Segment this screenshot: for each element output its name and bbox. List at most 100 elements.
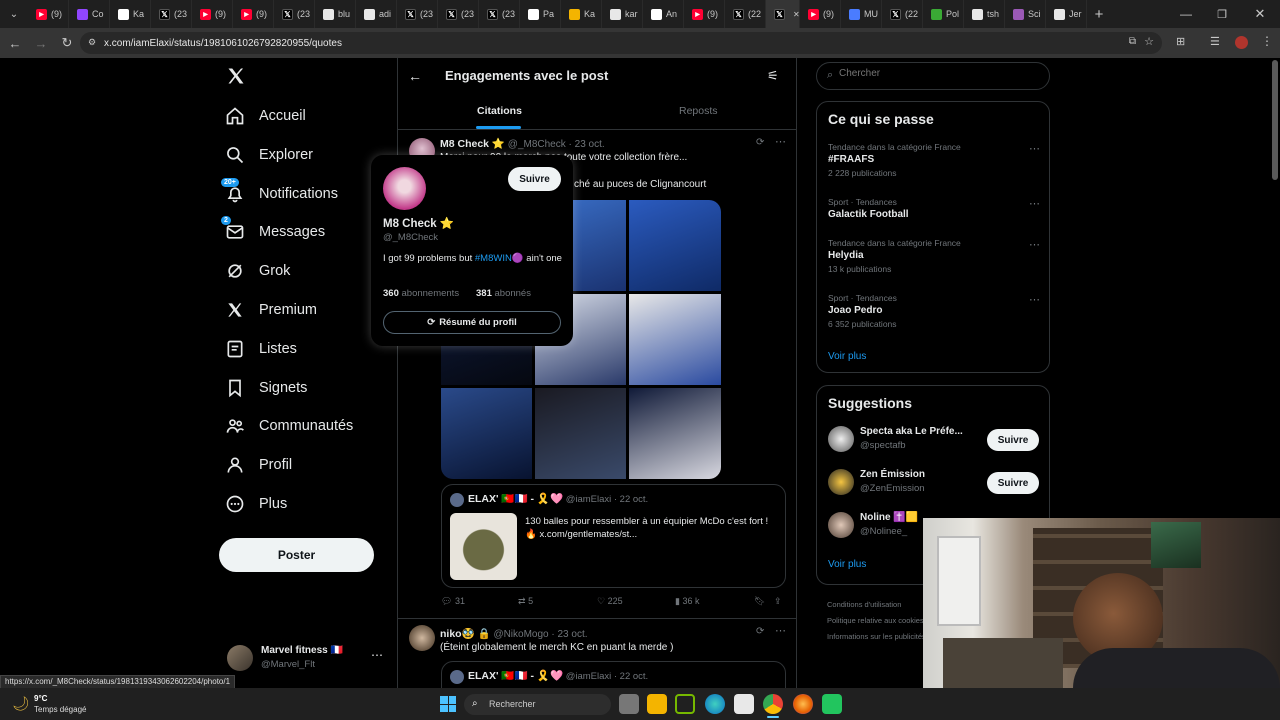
tab-citations[interactable]: Citations xyxy=(477,105,522,117)
post-button[interactable]: Poster xyxy=(219,538,374,572)
browser-tab[interactable]: 𝕏 (22 xyxy=(882,0,923,28)
browser-tab[interactable]: kar xyxy=(602,0,643,28)
browser-tab[interactable]: Sci xyxy=(1005,0,1046,28)
hovercard-avatar[interactable] xyxy=(383,167,426,210)
media-photo[interactable] xyxy=(629,200,721,291)
browser-tab[interactable]: ▶ (9) xyxy=(233,0,274,28)
nav-item-signets[interactable]: Signets xyxy=(225,372,307,404)
views-button[interactable]: ▮ 36 k xyxy=(675,596,699,607)
reload-icon[interactable]: ↻ xyxy=(56,32,78,54)
weather-temp[interactable]: 9°C xyxy=(34,694,47,703)
suggestion-name[interactable]: Zen Émission xyxy=(860,469,925,480)
browser-tab[interactable]: 𝕏 (23 xyxy=(274,0,315,28)
browser-tab[interactable]: 𝕏 (22 xyxy=(725,0,766,28)
browser-menu-icon[interactable]: ⋮ xyxy=(1261,34,1273,48)
tweet-author-name[interactable]: M8 Check ⭐ xyxy=(440,138,505,150)
trend-more-icon[interactable]: ⋯ xyxy=(1029,142,1040,155)
trend-item[interactable]: Tendance dans la catégorie France #FRAAFS… xyxy=(828,142,1040,178)
nav-item-accueil[interactable]: Accueil xyxy=(225,100,306,132)
weather-icon[interactable]: 🌙︎ xyxy=(12,695,30,712)
browser-tab[interactable]: 𝕏 (23 xyxy=(151,0,192,28)
browser-tab[interactable]: An xyxy=(643,0,684,28)
hashtag-link[interactable]: #M8WIN xyxy=(475,253,512,264)
profile-hovercard[interactable]: Suivre M8 Check ⭐ @_M8Check I got 99 pro… xyxy=(371,155,573,346)
tweet-date[interactable]: · 23 oct. xyxy=(551,629,587,640)
browser-tab[interactable]: Pol xyxy=(923,0,964,28)
suggestion-item[interactable]: Specta aka Le Préfe... @spectafb Suivre xyxy=(828,426,1040,456)
tweet-date[interactable]: · 23 oct. xyxy=(569,139,605,150)
terms-link[interactable]: Conditions d'utilisation xyxy=(827,597,926,613)
tweet-author-name[interactable]: niko🥸 🔒 xyxy=(440,628,491,640)
back-icon[interactable]: ← xyxy=(4,32,26,54)
trend-more-icon[interactable]: ⋯ xyxy=(1029,197,1040,210)
trend-item[interactable]: Sport · Tendances Galactik Football ⋯ xyxy=(828,197,1040,220)
start-button[interactable] xyxy=(440,696,456,712)
trend-more-icon[interactable]: ⋯ xyxy=(1029,238,1040,251)
search-box[interactable]: ⌕ xyxy=(816,62,1050,90)
suggestion-avatar[interactable] xyxy=(828,426,854,452)
suggestion-handle[interactable]: @Nolinee_ xyxy=(860,526,907,537)
close-window-button[interactable]: ✕ xyxy=(1240,6,1280,22)
nav-item-premium[interactable]: Premium xyxy=(225,294,317,326)
tweet-more-icon[interactable]: ⋯ xyxy=(775,624,786,637)
suggestion-name[interactable]: Noline ✝️🟨 xyxy=(860,512,918,523)
media-photo[interactable] xyxy=(535,388,626,479)
media-photo[interactable] xyxy=(441,388,532,479)
suggestion-avatar[interactable] xyxy=(828,469,854,495)
chrome-icon[interactable] xyxy=(763,694,783,714)
nav-item-profil[interactable]: Profil xyxy=(225,449,292,481)
x-logo-icon[interactable] xyxy=(226,66,246,86)
browser-tab[interactable]: 𝕏 (23 xyxy=(479,0,520,28)
browser-tab[interactable]: 𝕏 ✕ xyxy=(766,0,800,28)
grok-icon[interactable]: ⟳ xyxy=(756,626,764,637)
firefox-icon[interactable] xyxy=(793,694,813,714)
browser-tab[interactable]: tsh xyxy=(964,0,1005,28)
hovercard-following[interactable]: 360 abonnements xyxy=(383,288,459,299)
browser-tab[interactable]: blu xyxy=(315,0,356,28)
bookmark-icon[interactable]: 🔖︎ xyxy=(754,596,765,607)
suggestion-handle[interactable]: @spectafb xyxy=(860,440,906,451)
maximize-button[interactable]: ❐ xyxy=(1204,8,1240,21)
browser-tab[interactable]: 𝕏 (23 xyxy=(438,0,479,28)
url-bar[interactable]: ⚙ x.com/iamElaxi/status/1981061026792820… xyxy=(80,32,1162,54)
like-button[interactable]: ♡ 225 xyxy=(597,596,623,607)
browser-tab[interactable]: ▶ (9) xyxy=(192,0,233,28)
taskbar-search[interactable]: ⌕ Rechercher xyxy=(464,694,611,715)
reading-list-icon[interactable]: ☰ xyxy=(1210,35,1220,48)
trend-item[interactable]: Sport · Tendances Joao Pedro 6 352 publica… xyxy=(828,293,1040,329)
nav-item-listes[interactable]: Listes xyxy=(225,333,297,365)
search-input[interactable] xyxy=(839,68,1039,79)
bookmark-star-icon[interactable]: ☆ xyxy=(1144,35,1154,48)
account-switcher[interactable]: Marvel fitness 🇫🇷 @Marvel_Flt ⋯ xyxy=(225,643,385,673)
suggestion-follow-button[interactable]: Suivre xyxy=(987,429,1039,451)
browser-tab[interactable]: Jer xyxy=(1046,0,1087,28)
forward-icon[interactable]: → xyxy=(30,32,52,54)
nav-item-grok[interactable]: Grok xyxy=(225,255,290,287)
tweet-avatar[interactable] xyxy=(409,625,435,651)
filter-settings-icon[interactable]: ⚟ xyxy=(767,68,779,84)
browser-tab[interactable]: ▶ (9) xyxy=(684,0,725,28)
browser-tab[interactable]: Pa xyxy=(520,0,561,28)
profile-summary-button[interactable]: ⟳ Résumé du profil xyxy=(383,311,561,334)
browser-tab[interactable]: MU xyxy=(841,0,882,28)
suggestions-see-more[interactable]: Voir plus xyxy=(828,559,866,570)
page-scrollbar[interactable] xyxy=(1272,60,1278,180)
file-explorer-icon[interactable] xyxy=(647,694,667,714)
tweet-more-icon[interactable]: ⋯ xyxy=(775,135,786,148)
profile-avatar[interactable] xyxy=(1235,36,1248,49)
edge-icon[interactable] xyxy=(705,694,725,714)
nvidia-icon[interactable] xyxy=(675,694,695,714)
privacy-link[interactable]: Politique relative aux cookies xyxy=(827,613,926,629)
browser-tab[interactable]: Ka xyxy=(561,0,602,28)
suggestion-item[interactable]: Zen Émission @ZenEmission Suivre xyxy=(828,469,1040,499)
install-icon[interactable]: ⧉ xyxy=(1129,36,1136,47)
share-icon[interactable]: ⇪ xyxy=(774,596,782,607)
ads-link[interactable]: Informations sur les publicités xyxy=(827,629,926,645)
weather-desc[interactable]: Temps dégagé xyxy=(34,705,86,714)
suggestion-avatar[interactable] xyxy=(828,512,854,538)
store-icon[interactable] xyxy=(734,694,754,714)
tweet-author-handle[interactable]: @_M8Check xyxy=(508,139,566,150)
grok-icon[interactable]: ⟳ xyxy=(756,137,764,148)
nav-item-explorer[interactable]: Explorer xyxy=(225,139,313,171)
account-more-icon[interactable]: ⋯ xyxy=(371,648,383,662)
